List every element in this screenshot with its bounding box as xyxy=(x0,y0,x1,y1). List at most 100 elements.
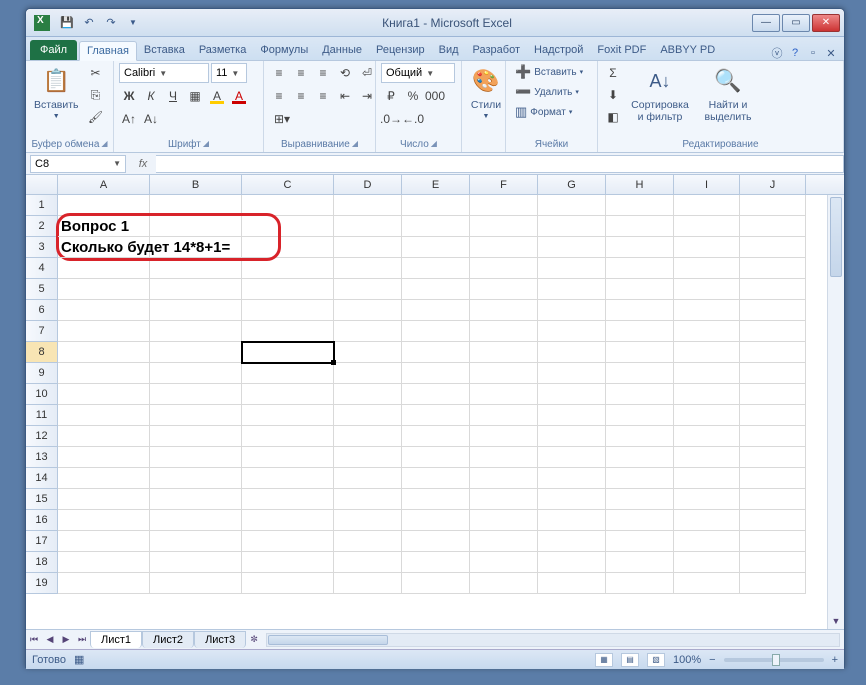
cell[interactable] xyxy=(606,426,674,447)
align-top-icon[interactable]: ≡ xyxy=(269,63,289,83)
cell[interactable] xyxy=(674,468,740,489)
font-color-icon[interactable]: A xyxy=(229,86,249,106)
minimize-button[interactable]: — xyxy=(752,14,780,32)
cell[interactable] xyxy=(538,531,606,552)
styles-button[interactable]: 🎨 Стили ▼ xyxy=(467,63,505,122)
cell[interactable] xyxy=(334,573,402,594)
cell[interactable] xyxy=(402,363,470,384)
cell[interactable] xyxy=(58,195,150,216)
cell[interactable] xyxy=(470,447,538,468)
fill-color-icon[interactable]: A xyxy=(207,86,227,106)
cell[interactable] xyxy=(58,531,150,552)
cell[interactable] xyxy=(470,468,538,489)
font-name-combo[interactable]: Calibri▼ xyxy=(119,63,209,83)
cell[interactable] xyxy=(150,363,242,384)
cell[interactable] xyxy=(606,342,674,363)
tab-foxit pdf[interactable]: Foxit PDF xyxy=(590,40,653,60)
find-select-button[interactable]: 🔍 Найти и выделить xyxy=(697,63,759,125)
cell[interactable] xyxy=(150,216,242,237)
cell[interactable] xyxy=(242,258,334,279)
tab-вставка[interactable]: Вставка xyxy=(137,40,192,60)
cell[interactable] xyxy=(402,426,470,447)
align-right-icon[interactable]: ≡ xyxy=(313,86,333,106)
cell[interactable] xyxy=(334,216,402,237)
tab-abbyy pd[interactable]: ABBYY PD xyxy=(653,40,722,60)
cell[interactable] xyxy=(538,300,606,321)
row-header[interactable]: 4 xyxy=(26,258,58,279)
cell[interactable] xyxy=(470,258,538,279)
bold-button[interactable]: Ж xyxy=(119,86,139,106)
increase-decimal-icon[interactable]: .0→ xyxy=(381,109,401,129)
cell[interactable] xyxy=(674,447,740,468)
cell[interactable] xyxy=(242,279,334,300)
cell[interactable] xyxy=(470,237,538,258)
cell[interactable] xyxy=(538,384,606,405)
row-header[interactable]: 13 xyxy=(26,447,58,468)
cell[interactable] xyxy=(606,531,674,552)
cell[interactable] xyxy=(740,237,806,258)
cell[interactable] xyxy=(334,552,402,573)
cell[interactable] xyxy=(402,300,470,321)
cell[interactable] xyxy=(150,279,242,300)
cell[interactable] xyxy=(150,447,242,468)
cell[interactable] xyxy=(242,552,334,573)
row-header[interactable]: 1 xyxy=(26,195,58,216)
cell[interactable] xyxy=(242,237,334,258)
cell[interactable] xyxy=(740,384,806,405)
cell[interactable] xyxy=(470,195,538,216)
normal-view-icon[interactable]: ▦ xyxy=(595,653,613,667)
row-header[interactable]: 11 xyxy=(26,405,58,426)
insert-cells-button[interactable]: ➕Вставить▾ xyxy=(511,63,587,81)
cell[interactable] xyxy=(740,405,806,426)
dialog-launcher-icon[interactable]: ◢ xyxy=(203,139,209,150)
cell[interactable] xyxy=(402,405,470,426)
cell[interactable] xyxy=(402,195,470,216)
cell[interactable] xyxy=(470,216,538,237)
column-header[interactable]: F xyxy=(470,175,538,194)
cell[interactable] xyxy=(538,489,606,510)
cell[interactable] xyxy=(58,363,150,384)
help-icon[interactable]: ? xyxy=(788,46,802,60)
sheet-tab[interactable]: Лист2 xyxy=(142,631,194,648)
cell[interactable] xyxy=(538,426,606,447)
cell[interactable] xyxy=(740,363,806,384)
tab-вид[interactable]: Вид xyxy=(432,40,466,60)
cell[interactable] xyxy=(402,510,470,531)
cell[interactable] xyxy=(674,342,740,363)
row-header[interactable]: 8 xyxy=(26,342,58,363)
cell[interactable] xyxy=(538,552,606,573)
cell[interactable] xyxy=(334,405,402,426)
shrink-font-icon[interactable]: A↓ xyxy=(141,109,161,129)
cell[interactable] xyxy=(150,342,242,363)
cell[interactable] xyxy=(538,363,606,384)
zoom-in-icon[interactable]: + xyxy=(832,654,838,666)
dialog-launcher-icon[interactable]: ◢ xyxy=(101,139,107,150)
align-middle-icon[interactable]: ≡ xyxy=(291,63,311,83)
tab-nav-first-icon[interactable]: ⏮ xyxy=(26,632,42,648)
cell[interactable] xyxy=(740,258,806,279)
cell[interactable] xyxy=(606,363,674,384)
dialog-launcher-icon[interactable]: ◢ xyxy=(352,139,358,150)
column-header[interactable]: B xyxy=(150,175,242,194)
cell[interactable] xyxy=(334,342,402,363)
cell[interactable] xyxy=(242,510,334,531)
cell[interactable] xyxy=(242,531,334,552)
cell[interactable] xyxy=(538,447,606,468)
cell[interactable] xyxy=(740,510,806,531)
cell[interactable] xyxy=(150,300,242,321)
cell[interactable] xyxy=(402,531,470,552)
new-sheet-icon[interactable]: ✼ xyxy=(246,632,262,648)
cell[interactable] xyxy=(58,552,150,573)
format-cells-button[interactable]: ▥Формат▾ xyxy=(511,103,576,121)
cell[interactable] xyxy=(538,342,606,363)
cell[interactable] xyxy=(334,300,402,321)
window-restore-icon[interactable]: ▫ xyxy=(806,46,820,60)
cell[interactable] xyxy=(470,510,538,531)
minimize-ribbon-icon[interactable]: ⓥ xyxy=(770,46,784,60)
percent-icon[interactable]: % xyxy=(403,86,423,106)
cell[interactable] xyxy=(606,510,674,531)
cell[interactable] xyxy=(470,384,538,405)
sheet-tab[interactable]: Лист1 xyxy=(90,631,142,648)
cell[interactable] xyxy=(674,300,740,321)
cell[interactable] xyxy=(402,216,470,237)
